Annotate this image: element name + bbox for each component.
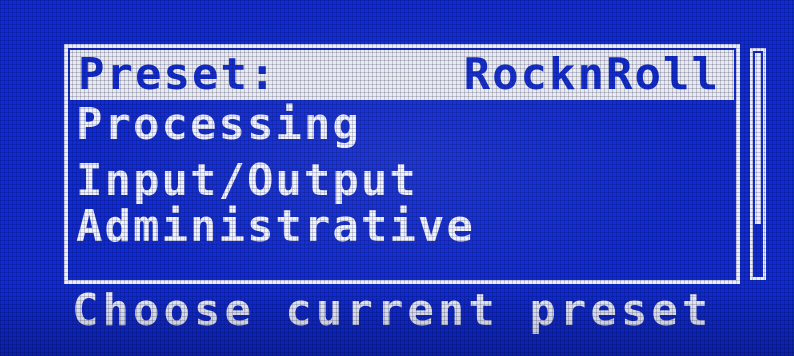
scrollbar-thumb[interactable] — [755, 53, 761, 224]
preset-value: RocknRoll — [463, 49, 720, 100]
menu-item-administrative[interactable]: Administrative — [76, 204, 475, 250]
scrollbar[interactable] — [750, 48, 766, 280]
menu-item-processing[interactable]: Processing — [76, 102, 361, 148]
status-message: Choose current preset — [72, 285, 713, 336]
preset-label: Preset: — [78, 49, 278, 100]
preset-row[interactable]: Preset: RocknRoll — [70, 50, 734, 100]
menu-item-input-output[interactable]: Input/Output — [76, 158, 418, 204]
